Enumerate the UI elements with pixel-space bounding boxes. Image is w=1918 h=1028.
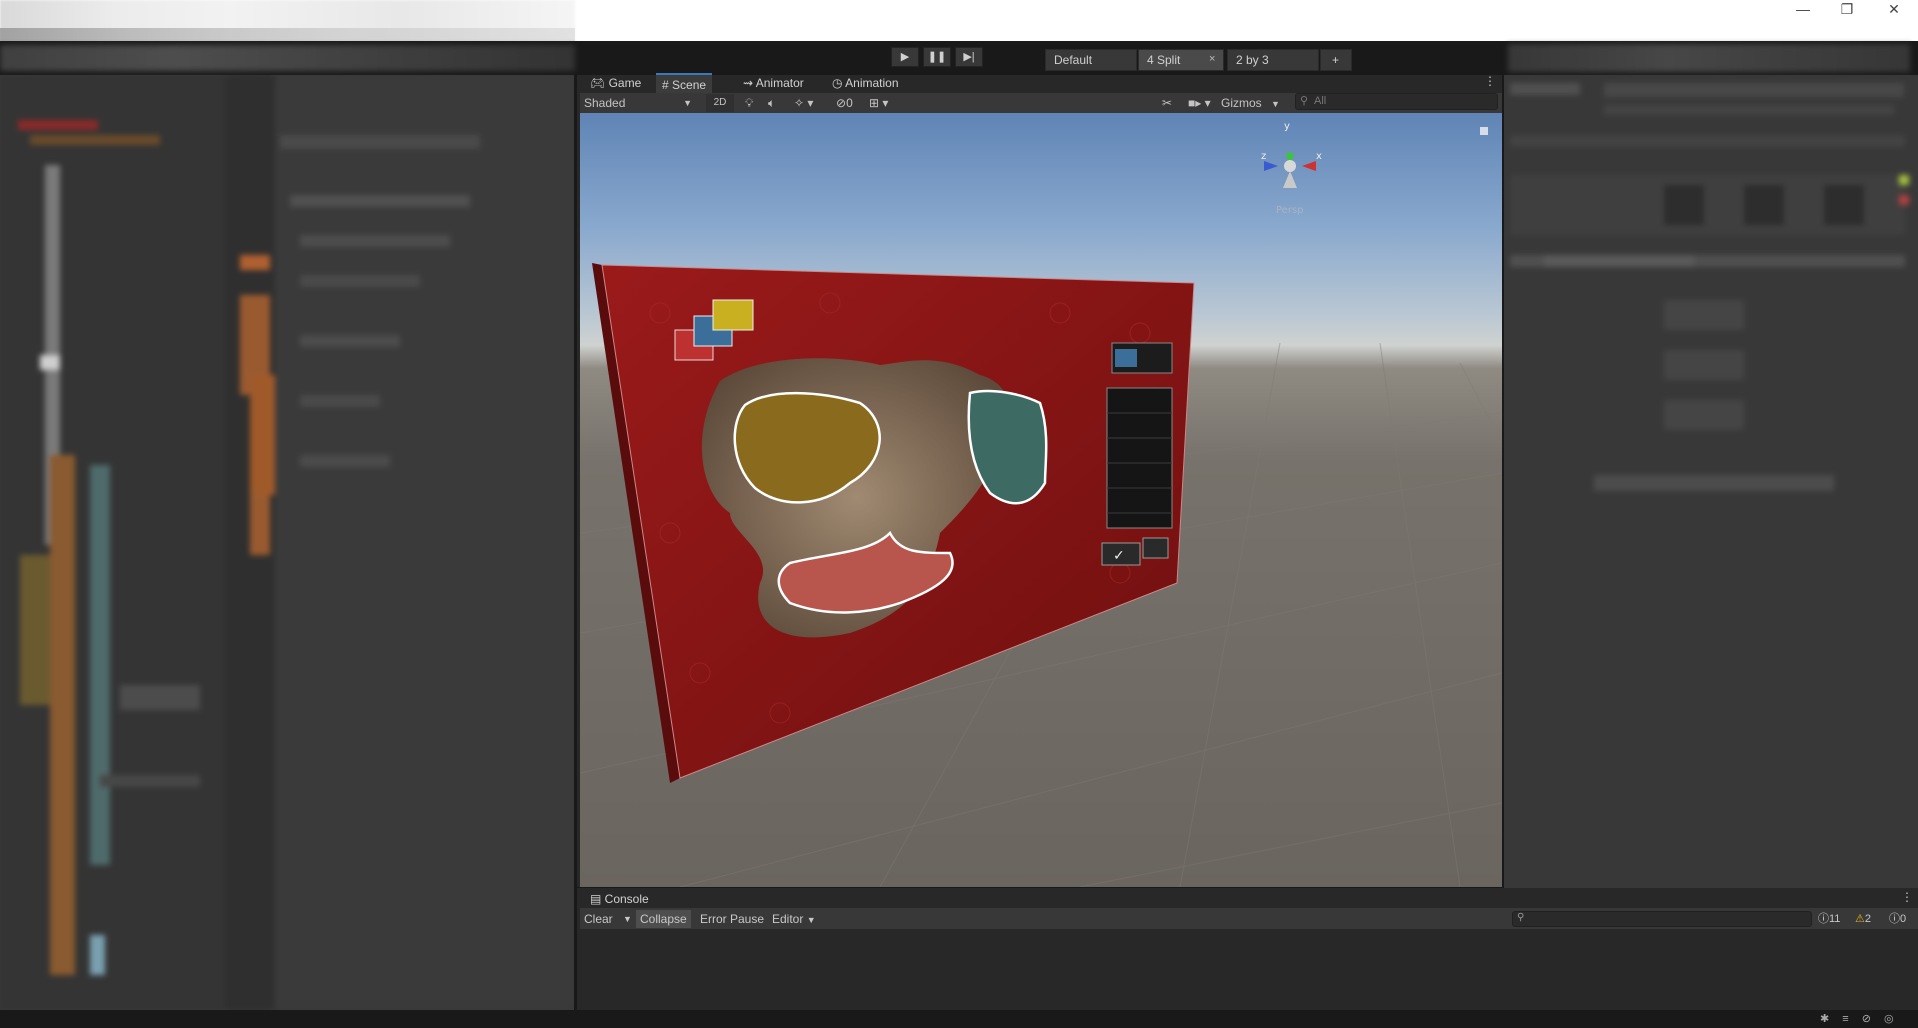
console-search-input[interactable]: ⚲ [1512,911,1812,927]
toolbar-left-blurred [0,45,575,71]
warning-icon: ⚠ [1855,913,1865,925]
back-button-in-scene[interactable] [1142,537,1169,559]
layout-tab-2-by-3[interactable]: 2 by 3 [1227,49,1319,71]
console-icon: ▤ [590,892,605,906]
error-count-toggle[interactable]: ⓘ0 [1889,910,1906,928]
gamepad-icon: 🎮︎ [590,76,609,90]
gizmos-dropdown[interactable]: Gizmos ▼ [1221,94,1285,112]
error-icon: ⓘ [1889,913,1900,925]
tools-icon[interactable]: ✂︎ [1162,94,1172,112]
account-controls-blurred [1508,44,1910,72]
lighting-toggle-icon[interactable]: 💡︎ [745,94,753,112]
console-menu-icon[interactable]: ⋮ [1901,890,1913,904]
checkmark-icon: ✓ [1113,548,1125,564]
camera-icon[interactable]: ■▸ ▾ [1188,94,1211,112]
close-window-button[interactable]: ✕ [1871,0,1917,18]
gizmos-label: Gizmos [1221,96,1262,110]
tab-game-label: Game [608,76,642,90]
status-bar: ✱ ≡ ⊘ ◎ [0,1010,1918,1028]
play-button[interactable]: ▶ [891,47,919,67]
inspector-panel-blurred [1504,75,1918,1010]
error-count: 0 [1900,913,1907,925]
animator-icon: ⇝ [743,76,756,90]
editor-dropdown[interactable]: Editor ▼ [768,910,820,928]
editor-dropdown-label: Editor [772,912,804,926]
database-icon[interactable]: ≡ [1842,1013,1848,1025]
audio-toggle-icon[interactable]: 🔈︎ [768,94,775,112]
grid-toggle-icon[interactable]: ⊞ ▾ [869,94,888,112]
hidden-objects-count: 0 [846,96,853,110]
tab-animator-label: Animator [755,76,804,90]
warning-count-toggle[interactable]: ⚠2 [1855,910,1871,928]
shading-mode-value: Shaded [584,96,626,110]
layout-close-icon[interactable]: × [1209,53,1215,65]
log-count-toggle[interactable]: ⓘ11 [1818,910,1840,928]
scene-search-placeholder: All [1314,95,1327,107]
gizmo-y-label: y [1284,121,1290,132]
status-bar-icons: ✱ ≡ ⊘ ◎ [1820,1012,1894,1025]
tab-animation[interactable]: ◷ Animation [826,73,905,93]
chevron-down-icon: ▼ [1271,99,1280,109]
scene-render: ✓ y x z Persp [580,121,1502,887]
tab-console[interactable]: ▤ Console [584,889,655,909]
hidden-objects-toggle[interactable]: ⊘0 [836,94,853,112]
minimize-button[interactable]: — [1780,0,1826,18]
side-card-thumbnail [1115,349,1137,367]
side-list-panel [1106,387,1173,529]
window-title-bar: — ❐ ✕ [0,0,1918,46]
error-pause-button[interactable]: Error Pause [696,910,768,928]
scene-menu-icon[interactable]: ⋮ [1484,74,1496,88]
log-count: 11 [1829,913,1841,925]
clear-options-dropdown[interactable]: ▼ [619,910,636,928]
toggle-2d-button[interactable]: 2D [706,94,734,112]
gizmo-projection-label[interactable]: Persp [1276,205,1304,216]
chevron-down-icon: ▼ [806,915,816,925]
collapse-button[interactable]: Collapse [636,910,691,928]
tab-console-label: Console [604,892,649,906]
tab-game[interactable]: 🎮︎ Game [584,73,647,93]
console-panel [577,888,1918,1010]
restore-button[interactable]: ❐ [1824,0,1870,18]
tab-animation-label: Animation [845,76,899,90]
gizmo-z-label: z [1261,151,1266,162]
hierarchy-panel-blurred [0,75,574,1010]
tab-animator[interactable]: ⇝ Animator [737,73,810,93]
grid-icon: # [662,78,673,92]
settings-icon[interactable]: ◎ [1884,1013,1894,1025]
clock-icon: ◷ [832,76,846,90]
card-yellow[interactable] [712,299,754,331]
tab-scene[interactable]: # Scene [656,73,713,93]
effects-toggle-icon[interactable]: ✧ ▾ [794,94,813,112]
gizmo-x-label: x [1316,151,1322,162]
search-icon: ⚲ [1517,912,1525,923]
pause-button[interactable]: ❚❚ [923,47,951,67]
scene-search-input[interactable]: ⚲ All [1295,93,1498,110]
blurred-hierarchy-content [0,75,574,1010]
clear-button[interactable]: Clear [580,910,617,928]
scene-viewport[interactable]: ✓ y x z Persp [580,113,1502,887]
eye-slash-icon: ⊘ [836,96,847,110]
bug-icon[interactable]: ✱ [1820,1013,1829,1025]
scene-orientation-gizmo[interactable]: y x z Persp [1261,121,1322,216]
blurred-inspector-content [1504,75,1918,1010]
shading-mode-dropdown[interactable]: Shaded ▼ [584,94,698,112]
layout-tab-default[interactable]: Default [1045,49,1137,71]
network-icon[interactable]: ⊘ [1862,1013,1871,1025]
info-icon: ⓘ [1818,913,1829,925]
lock-icon[interactable] [1480,127,1488,135]
tab-scene-label: Scene [672,78,707,92]
step-button[interactable]: ▶| [955,47,983,67]
search-icon: ⚲ [1300,95,1309,107]
add-layout-button[interactable]: + [1320,49,1352,71]
warning-count: 2 [1864,913,1871,925]
chevron-down-icon: ▼ [683,98,692,108]
